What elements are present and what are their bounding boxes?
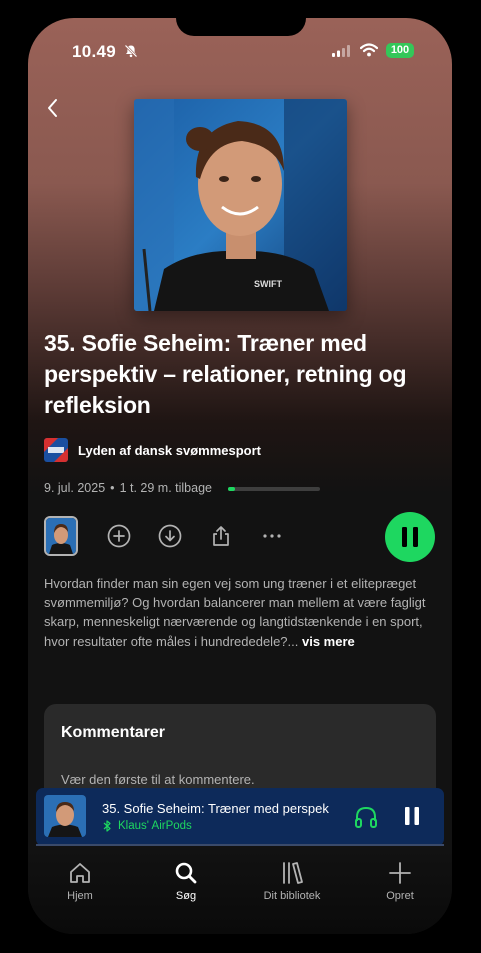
library-icon — [283, 862, 303, 884]
share-button[interactable] — [209, 524, 233, 548]
mini-player-device: Klaus' AirPods — [102, 820, 192, 832]
battery-icon: 100 — [386, 43, 414, 58]
episode-title: 35. Sofie Seheim: Træner med perspektiv … — [44, 330, 407, 418]
episode-thumbnail-button[interactable] — [44, 516, 78, 556]
share-icon — [213, 526, 229, 546]
more-options-button[interactable] — [260, 524, 284, 548]
download-button[interactable] — [158, 524, 182, 548]
episode-meta: 9. jul. 2025 • 1 t. 29 m. tilbage — [44, 481, 212, 495]
device-name: Klaus' AirPods — [118, 820, 192, 832]
episode-date: 9. jul. 2025 — [44, 481, 106, 495]
home-icon — [70, 863, 90, 883]
mini-player[interactable]: 35. Sofie Seheim: Træner med perspek Kla… — [36, 788, 444, 846]
episode-progress-fill — [228, 487, 236, 491]
episode-time-left: 1 t. 29 m. tilbage — [119, 481, 212, 495]
add-circle-icon — [107, 524, 131, 548]
mini-player-thumbnail — [44, 795, 86, 837]
download-icon — [158, 524, 182, 548]
headphones-icon — [355, 806, 377, 828]
show-more-link[interactable]: vis mere — [302, 634, 355, 649]
comments-title: Kommentarer — [61, 724, 166, 741]
nav-library[interactable]: Dit bibliotek — [252, 860, 332, 902]
more-icon — [263, 534, 281, 538]
mini-player-progress — [36, 844, 444, 846]
pause-icon — [405, 807, 419, 825]
status-bar: 10.49 100 — [28, 18, 452, 64]
nav-search[interactable]: Søg — [146, 860, 226, 902]
episode-progress-bar — [228, 487, 320, 491]
comments-empty-text: Vær den første til at kommentere. — [61, 772, 255, 787]
wifi-icon — [359, 43, 379, 62]
phone-screen: 10.49 100 SWIFT 35. Sofie Seheim: Træner… — [28, 18, 452, 934]
nav-create-label: Opret — [386, 890, 414, 902]
nav-library-label: Dit bibliotek — [263, 890, 321, 902]
nav-home-label: Hjem — [67, 890, 93, 902]
plus-icon — [389, 862, 411, 884]
search-icon — [175, 862, 197, 884]
chevron-left-icon — [48, 99, 57, 117]
nav-home[interactable]: Hjem — [40, 860, 120, 902]
meta-separator: • — [110, 481, 115, 495]
episode-cover-art: SWIFT — [134, 99, 347, 311]
pause-icon — [402, 527, 418, 547]
add-to-library-button[interactable] — [107, 524, 131, 548]
episode-description: Hvordan finder man sin egen vej som ung … — [44, 574, 428, 651]
show-name[interactable]: Lyden af dansk svømmesport — [78, 443, 261, 458]
nav-search-label: Søg — [175, 890, 197, 902]
description-text: Hvordan finder man sin egen vej som ung … — [44, 576, 426, 649]
back-button[interactable] — [42, 96, 66, 120]
nav-create[interactable]: Opret — [360, 860, 440, 902]
pause-button[interactable] — [385, 512, 435, 562]
connect-device-button[interactable] — [353, 804, 379, 830]
show-link[interactable]: Lyden af dansk svømmesport — [44, 437, 261, 463]
svg-text:SWIFT: SWIFT — [254, 279, 282, 289]
status-time: 10.49 — [72, 42, 117, 61]
bluetooth-icon — [103, 820, 111, 832]
show-thumbnail — [44, 438, 68, 462]
mini-player-title: 35. Sofie Seheim: Træner med perspek — [102, 801, 329, 816]
bottom-navigation: Hjem Søg Dit bibliotek Opret — [28, 848, 452, 934]
bell-slash-icon — [124, 44, 138, 63]
signal-icon — [332, 44, 350, 62]
mini-player-pause-button[interactable] — [400, 804, 424, 828]
